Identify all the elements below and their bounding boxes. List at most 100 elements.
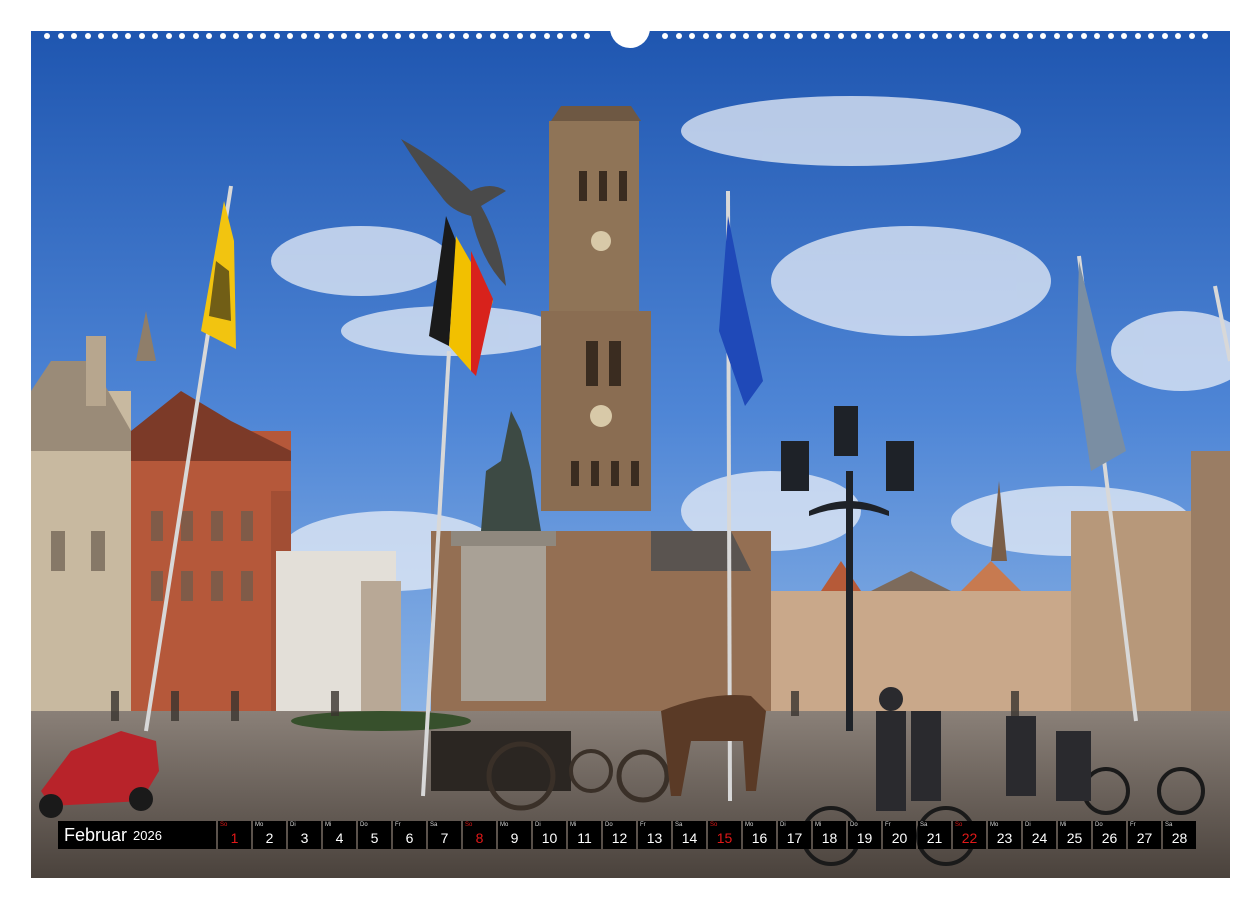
day-cell: Sa 7 [428, 821, 461, 849]
binding-hole [435, 33, 442, 39]
binding-hole [584, 33, 590, 39]
day-cell: Mi 18 [813, 821, 846, 849]
weekday-label: Mi [1060, 822, 1067, 828]
day-number: 27 [1136, 830, 1153, 846]
weekday-label: So [710, 822, 718, 828]
day-cell: Sa 28 [1163, 821, 1196, 849]
binding-hole [810, 33, 817, 39]
binding-hole [1040, 33, 1046, 39]
binding-hole [138, 33, 145, 39]
day-cell: Mi 4 [323, 821, 356, 849]
day-number: 22 [961, 830, 978, 846]
day-cell: Fr 13 [638, 821, 671, 849]
weekday-label: Mi [815, 822, 822, 828]
day-number: 21 [926, 830, 943, 846]
weekday-label: Mi [325, 822, 332, 828]
day-cell: Di 17 [778, 821, 811, 849]
binding-hole [729, 33, 736, 39]
weekday-label: Di [1025, 822, 1031, 828]
weekday-label: Fr [1130, 822, 1136, 828]
day-number: 15 [716, 830, 733, 846]
weekday-label: Do [850, 822, 858, 828]
weekday-label: So [955, 822, 963, 828]
day-number: 12 [611, 830, 628, 846]
day-number: 13 [646, 830, 663, 846]
day-number: 26 [1101, 830, 1118, 846]
binding-hole [945, 33, 952, 39]
binding-hole [932, 33, 938, 39]
day-number: 25 [1066, 830, 1083, 846]
binding-hole [1161, 33, 1168, 39]
binding-hole [260, 33, 266, 39]
day-number: 28 [1171, 830, 1188, 846]
binding-hole [71, 33, 77, 39]
day-number: 3 [300, 830, 309, 846]
binding-hole [341, 33, 347, 39]
binding-hole [192, 33, 199, 39]
weekday-label: Mo [255, 822, 264, 828]
binding-hole [300, 33, 307, 39]
day-cell: Sa 14 [673, 821, 706, 849]
binding-hole [219, 33, 226, 39]
binding-hole [422, 33, 428, 39]
weekday-label: Mo [990, 822, 999, 828]
weekday-label: So [220, 822, 228, 828]
binding-hole [530, 33, 536, 39]
binding-hole [702, 33, 709, 39]
weekday-label: Di [535, 822, 541, 828]
binding-hole [1175, 33, 1181, 39]
weekday-label: Do [1095, 822, 1103, 828]
binding-hole [179, 33, 185, 39]
binding-hole [57, 33, 64, 39]
binding-hole [1013, 33, 1019, 39]
day-number: 11 [577, 830, 592, 846]
day-number: 2 [265, 830, 274, 846]
binding-hole [918, 33, 925, 39]
binding-hole [1026, 33, 1033, 39]
binding-hole [1134, 33, 1141, 39]
day-cell: So 15 [708, 821, 741, 849]
binding-hole [1107, 33, 1114, 39]
binding-hole [327, 33, 334, 39]
day-cell: Do 5 [358, 821, 391, 849]
binding-hole [1121, 33, 1127, 39]
binding-hole [756, 33, 763, 39]
day-number: 23 [996, 830, 1013, 846]
weekday-label: Fr [395, 822, 401, 828]
day-number: 5 [370, 830, 379, 846]
binding-hole [851, 33, 857, 39]
day-cell: So 1 [218, 821, 251, 849]
day-number: 1 [230, 830, 239, 846]
binding-hole [408, 33, 415, 39]
binding-hole [516, 33, 523, 39]
weekday-label: Fr [885, 822, 891, 828]
month-name: Februar [64, 824, 128, 845]
weekday-label: Mo [500, 822, 509, 828]
day-number: 10 [541, 830, 558, 846]
day-cell: Mo 16 [743, 821, 776, 849]
binding-hole [557, 33, 563, 39]
binding-hole [152, 33, 158, 39]
binding-hole [1148, 33, 1154, 39]
year-label: 2026 [133, 827, 162, 843]
day-number: 17 [786, 830, 803, 846]
weekday-label: Do [605, 822, 613, 828]
binding-hole [354, 33, 361, 39]
day-cell: So 22 [953, 821, 986, 849]
binding-hole [84, 33, 91, 39]
day-number: 19 [856, 830, 873, 846]
binding-hole [111, 33, 118, 39]
binding-hole [1067, 33, 1073, 39]
binding-hole [570, 33, 577, 39]
month-label: Februar 2026 [58, 821, 216, 849]
day-cell: Do 26 [1093, 821, 1126, 849]
binding-hole [891, 33, 898, 39]
binding-hole [986, 33, 992, 39]
binding-hole [783, 33, 790, 39]
binding-hole [543, 33, 550, 39]
weekday-label: Mo [745, 822, 754, 828]
weekday-label: Do [360, 822, 368, 828]
binding-hole [743, 33, 749, 39]
day-cell: Fr 20 [883, 821, 916, 849]
binding-hole [206, 33, 212, 39]
